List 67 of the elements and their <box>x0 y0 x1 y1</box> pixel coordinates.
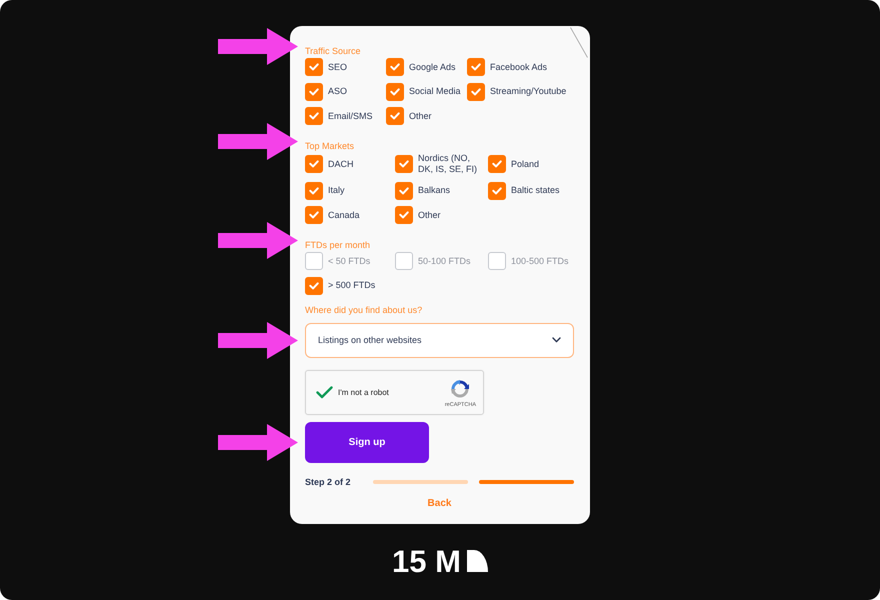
check-icon <box>471 88 481 96</box>
option-label[interactable]: Other <box>418 210 441 220</box>
section-title: Top Markets <box>305 141 354 152</box>
option-label[interactable]: Italy <box>328 185 345 196</box>
checkbox[interactable] <box>488 182 506 200</box>
checkbox[interactable] <box>305 206 323 224</box>
checkbox[interactable] <box>467 58 485 76</box>
check-icon <box>399 211 409 219</box>
option-label[interactable]: Streaming/Youtube <box>490 86 566 97</box>
logo-text: 15 M <box>392 546 461 577</box>
option-label[interactable]: Facebook Ads <box>490 62 548 72</box>
checkbox[interactable] <box>395 155 413 173</box>
option-label[interactable]: Poland <box>511 158 540 170</box>
checkbox[interactable] <box>305 252 323 270</box>
checkbox[interactable] <box>305 58 323 76</box>
check-icon <box>399 160 409 168</box>
checkbox[interactable] <box>386 82 404 100</box>
referral-dropdown[interactable]: Listings on other websites <box>305 322 574 358</box>
circular-arrows-icon <box>451 380 470 398</box>
check-icon <box>390 63 400 71</box>
checkbox[interactable] <box>305 182 323 200</box>
option-label[interactable]: Social Media <box>409 86 461 97</box>
check-icon <box>309 282 319 290</box>
checkbox[interactable] <box>305 276 323 294</box>
check-icon <box>309 211 319 219</box>
check-icon <box>309 160 319 168</box>
check-icon[interactable] <box>316 386 333 398</box>
check-icon <box>309 112 319 120</box>
sign-up-button[interactable]: Sign up <box>305 422 429 462</box>
option-label[interactable]: > 500 FTDs <box>328 280 376 291</box>
checkbox[interactable] <box>395 252 413 270</box>
option-label[interactable]: Balkans <box>418 185 450 196</box>
section-title: Traffic Source <box>305 46 361 57</box>
check-icon <box>492 186 502 194</box>
checkbox[interactable] <box>395 182 413 200</box>
field-label: Where did you find about us? <box>305 305 422 316</box>
checkbox[interactable] <box>305 107 323 125</box>
checkbox[interactable] <box>386 58 404 76</box>
captcha-label: I'm not a robot <box>338 388 389 396</box>
checkbox[interactable] <box>305 82 323 100</box>
option-label[interactable]: DACH <box>328 158 354 170</box>
check-icon <box>492 160 502 168</box>
option-label[interactable]: Baltic states <box>511 185 560 196</box>
check-icon <box>309 63 319 71</box>
option-label[interactable]: Email/SMS <box>328 110 373 122</box>
check-icon <box>471 63 481 71</box>
corner-fold-line <box>570 27 588 58</box>
checkbox[interactable] <box>386 107 404 125</box>
checkbox[interactable] <box>467 82 485 100</box>
check-icon <box>309 88 319 96</box>
checkbox[interactable] <box>488 252 506 270</box>
check-icon <box>399 186 409 194</box>
option-label[interactable]: ASO <box>328 86 348 97</box>
checkbox[interactable] <box>488 155 506 173</box>
option-label[interactable]: Google Ads <box>409 62 456 72</box>
chevron-down-icon <box>552 337 561 343</box>
option-label[interactable]: Canada <box>328 210 360 220</box>
option-label[interactable]: SEO <box>328 62 348 72</box>
section-title: FTDs per month <box>305 240 370 251</box>
check-icon <box>309 186 319 194</box>
check-icon <box>390 88 400 96</box>
step-label: Step 2 of 2 <box>305 476 351 486</box>
check-icon <box>390 112 400 120</box>
option-label[interactable]: Other <box>409 110 432 122</box>
option-label[interactable]: Nordics (NO, DK, IS, SE, FI) <box>418 153 480 175</box>
checkbox[interactable] <box>305 155 323 173</box>
checkbox[interactable] <box>395 206 413 224</box>
